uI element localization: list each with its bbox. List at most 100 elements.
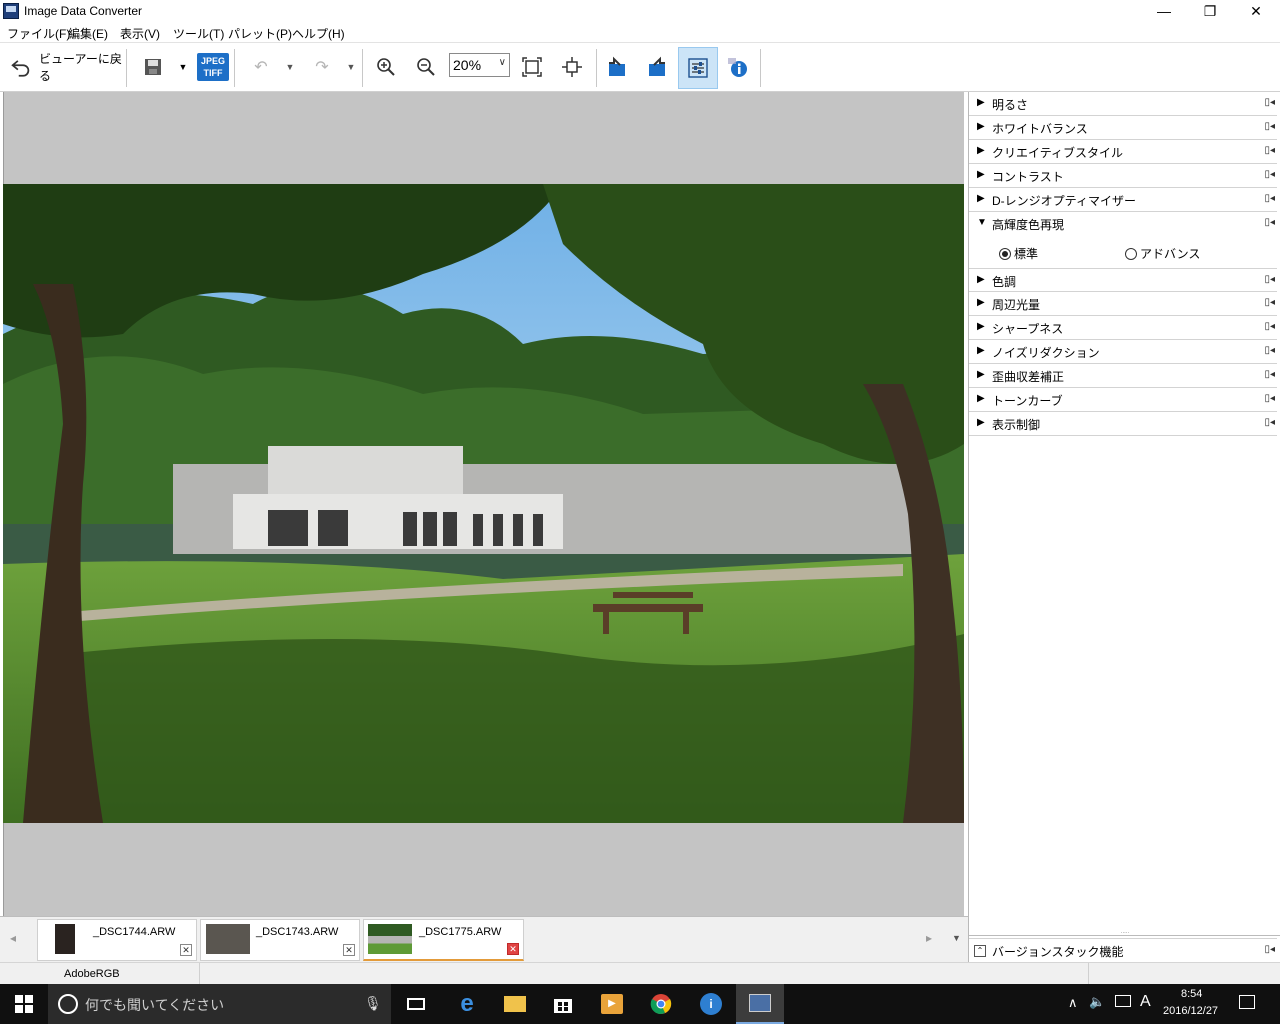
triangle-right-icon: ▶ [977,121,985,132]
menu-palette[interactable]: パレット(P) [228,25,292,42]
close-icon[interactable]: ✕ [507,943,519,955]
zoom-level-select[interactable]: 20% ∨ [449,53,510,77]
panel-item-brightness[interactable]: ▶ 明るさ ▯◂ [969,92,1277,116]
chevron-up-icon: ⌃ [974,945,986,957]
actual-size-button[interactable] [558,51,586,83]
media-taskbar-button[interactable]: ▶ [588,984,636,1024]
clock-time[interactable]: 8:54 [1181,988,1202,1000]
pin-icon[interactable]: ▯◂ [1264,417,1275,428]
triangle-right-icon: ▶ [977,321,985,332]
menu-view[interactable]: 表示(V) [120,25,160,42]
pin-icon[interactable]: ▯◂ [1264,369,1275,380]
panel-item-peripheral-illumination[interactable]: ▶ 周辺光量 ▯◂ [969,292,1277,316]
close-button[interactable]: ✕ [1233,0,1279,22]
start-button[interactable] [0,984,48,1024]
pin-icon[interactable]: ▯◂ [1264,121,1275,132]
chrome-icon [650,994,672,1014]
microphone-icon[interactable]: 🎙 [364,995,382,1012]
redo-button[interactable]: ↷ [311,51,333,83]
ime-mode-indicator[interactable]: A [1140,993,1151,1011]
chrome-taskbar-button[interactable] [637,984,685,1024]
menu-help[interactable]: ヘルプ(H) [292,25,345,42]
pin-icon[interactable]: ▯◂ [1264,97,1275,108]
panel-item-sharpness[interactable]: ▶ シャープネス ▯◂ [969,316,1277,340]
splitter-handle[interactable]: ..... [969,929,1280,936]
toolbar: ビューアーに戻る ▼ JPEG TIFF ↶ ▼ ↷ ▼ 20% ∨ [0,42,1280,92]
thumbnail-image [55,924,75,954]
convert-jpeg-tiff-button[interactable]: JPEG TIFF [196,51,230,83]
scroll-left-arrow-icon[interactable]: ◂ [10,931,16,945]
store-icon [554,999,572,1013]
zoom-out-button[interactable] [412,51,440,83]
task-view-icon [407,998,425,1010]
menu-file[interactable]: ファイル(F) [7,25,70,42]
speaker-icon[interactable]: 🔈 [1089,994,1105,1010]
adjustments-palette-button[interactable] [678,47,718,89]
panel-item-white-balance[interactable]: ▶ ホワイトバランス ▯◂ [969,116,1277,140]
clock-date[interactable]: 2016/12/27 [1163,1005,1218,1017]
panel-item-creative-style[interactable]: ▶ クリエイティブスタイル ▯◂ [969,140,1277,164]
pin-icon[interactable]: ▯◂ [1264,297,1275,308]
info-button[interactable] [723,51,751,83]
menu-edit[interactable]: 編集(E) [68,25,108,42]
thumbnail-item[interactable]: _DSC1743.ARW ✕ [200,919,360,961]
edge-taskbar-button[interactable]: e [443,984,491,1024]
rotate-right-icon [649,56,665,76]
undo-icon: ↶ [254,59,268,76]
sliders-icon [688,58,708,78]
idc-taskbar-button[interactable] [736,984,784,1024]
adjustment-palette: ▶ 明るさ ▯◂ ▶ ホワイトバランス ▯◂ ▶ クリエイティブスタイル ▯◂ ▶ コントラス… [968,92,1280,962]
title-bar: Image Data Converter — ❐ ✕ [0,0,1280,22]
pin-icon[interactable]: ▯◂ [1264,274,1275,285]
close-icon[interactable]: ✕ [343,944,355,956]
rotate-right-button[interactable] [643,51,671,83]
fit-to-window-button[interactable] [518,51,546,83]
version-stack-bar[interactable]: ⌃ バージョンスタック機能 ▯◂ [969,938,1277,962]
panel-item-contrast[interactable]: ▶ コントラスト ▯◂ [969,164,1277,188]
back-to-viewer-button[interactable]: ビューアーに戻る [10,51,122,83]
taskbar-search-box[interactable]: 何でも聞いてください 🎙 [48,984,391,1024]
pin-icon[interactable]: ▯◂ [1264,217,1275,228]
save-button[interactable] [140,51,166,83]
save-dropdown-chevron-icon[interactable]: ▼ [176,51,190,83]
task-view-button[interactable] [392,984,440,1024]
pin-icon[interactable]: ▯◂ [1264,193,1275,204]
menu-tools[interactable]: ツール(T) [173,25,224,42]
triangle-right-icon: ▶ [977,97,985,108]
undo-dropdown-chevron-icon[interactable]: ▼ [284,51,296,83]
thumbnail-item[interactable]: _DSC1744.ARW ✕ [37,919,197,961]
pin-icon[interactable]: ▯◂ [1264,169,1275,180]
zoom-in-button[interactable] [372,51,400,83]
rotate-left-button[interactable] [603,51,631,83]
undo-button[interactable]: ↶ [250,51,272,83]
minimize-button[interactable]: — [1141,0,1187,22]
pin-icon[interactable]: ▯◂ [1264,944,1275,955]
chevron-up-icon[interactable]: ∧ [1068,995,1078,1011]
panel-item-noise-reduction[interactable]: ▶ ノイズリダクション ▯◂ [969,340,1277,364]
notification-icon[interactable] [1239,995,1255,1009]
panel-item-tone[interactable]: ▶ 色調 ▯◂ [969,268,1277,292]
thumbnail-item-active[interactable]: _DSC1775.ARW ✕ [363,919,524,961]
panel-item-highlight-color[interactable]: ▼ 高輝度色再現 ▯◂ [969,212,1277,236]
chevron-down-icon: ∨ [498,57,506,68]
triangle-down-icon: ▼ [977,217,987,228]
pin-icon[interactable]: ▯◂ [1264,321,1275,332]
pin-icon[interactable]: ▯◂ [1264,393,1275,404]
explorer-taskbar-button[interactable] [491,984,539,1024]
pin-icon[interactable]: ▯◂ [1264,345,1275,356]
store-taskbar-button[interactable] [539,984,587,1024]
redo-dropdown-chevron-icon[interactable]: ▼ [345,51,357,83]
network-icon[interactable] [1115,995,1131,1007]
panel-item-tone-curve[interactable]: ▶ トーンカーブ ▯◂ [969,388,1277,412]
radio-standard[interactable]: 標準 [999,245,1038,262]
close-icon[interactable]: ✕ [180,944,192,956]
panel-item-display-control[interactable]: ▶ 表示制御 ▯◂ [969,412,1277,436]
info-app-taskbar-button[interactable]: i [687,984,735,1024]
scroll-right-arrow-icon[interactable]: ▸ [926,931,932,945]
panel-item-distortion-correction[interactable]: ▶ 歪曲収差補正 ▯◂ [969,364,1277,388]
filmstrip-menu-chevron-icon[interactable]: ▼ [952,933,961,943]
panel-item-d-range-optimizer[interactable]: ▶ D-レンジオプティマイザー ▯◂ [969,188,1277,212]
restore-button[interactable]: ❐ [1187,0,1233,22]
radio-advanced[interactable]: アドバンス [1125,245,1200,262]
pin-icon[interactable]: ▯◂ [1264,145,1275,156]
